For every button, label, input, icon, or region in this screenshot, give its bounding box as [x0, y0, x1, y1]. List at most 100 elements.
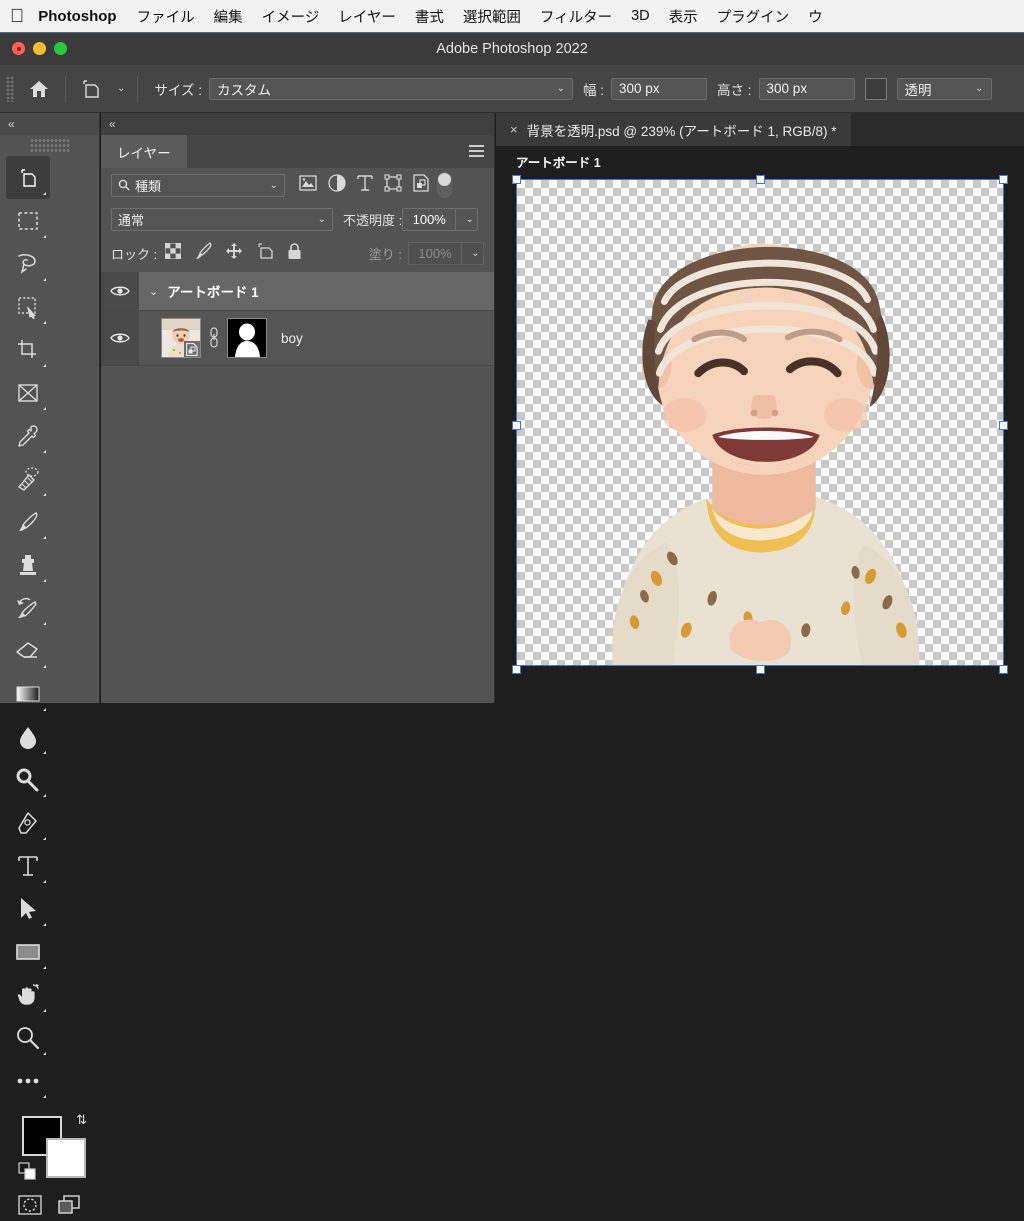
filter-type-icon[interactable]	[357, 174, 373, 197]
tool-path-selection[interactable]	[6, 887, 50, 930]
tool-history-brush[interactable]	[6, 586, 50, 629]
menu-filter[interactable]: フィルター	[540, 6, 612, 27]
menu-layer[interactable]: レイヤー	[338, 6, 396, 27]
home-button[interactable]	[19, 79, 59, 99]
group-expand-chevron-icon[interactable]: ⌄	[149, 285, 158, 298]
selection-handle-top-right[interactable]	[999, 175, 1008, 184]
background-select[interactable]: 透明 ⌄	[896, 77, 992, 100]
apple-logo-icon[interactable]: 	[10, 7, 24, 26]
tool-hand[interactable]	[6, 973, 50, 1016]
height-input[interactable]: 300 px	[758, 77, 855, 100]
tools-collapse-button[interactable]: «	[0, 113, 99, 135]
width-input[interactable]: 300 px	[611, 77, 708, 100]
fill-stepper[interactable]: ⌄	[462, 241, 484, 265]
blend-mode-select[interactable]: 通常 ⌄	[111, 207, 333, 231]
menu-plugins[interactable]: プラグイン	[717, 6, 790, 27]
filter-pixel-icon[interactable]	[299, 174, 317, 196]
options-bar-grip[interactable]	[6, 75, 14, 102]
menu-3d[interactable]: 3D	[631, 8, 650, 24]
quick-mask-icon[interactable]	[17, 1194, 43, 1221]
document-tab[interactable]: × 背景を透明.psd @ 239% (アートボード 1, RGB/8) *	[496, 113, 851, 146]
panel-menu-icon[interactable]	[469, 145, 484, 160]
menu-file[interactable]: ファイル	[137, 6, 195, 27]
lock-transparent-pixels-icon[interactable]	[164, 241, 182, 264]
menu-view[interactable]: 表示	[669, 6, 698, 27]
artboard-background-swatch[interactable]	[864, 77, 887, 100]
swap-colors-icon[interactable]: ⇅	[76, 1112, 87, 1128]
layer-group-artboard-1[interactable]: ⌄ アートボード 1	[101, 272, 494, 311]
lock-image-pixels-icon[interactable]	[194, 241, 212, 265]
minimize-window-button[interactable]	[33, 42, 46, 55]
tool-crop[interactable]	[6, 328, 50, 371]
selection-handle-top-left[interactable]	[512, 175, 521, 184]
canvas[interactable]	[516, 179, 1004, 666]
fill-input[interactable]: 100%	[408, 241, 462, 265]
tool-brush[interactable]	[6, 500, 50, 543]
selection-handle-top-center[interactable]	[755, 175, 765, 184]
selection-handle-bottom-center[interactable]	[755, 665, 765, 674]
layer-row-boy[interactable]: boy	[101, 311, 494, 366]
menu-window[interactable]: ウ	[808, 6, 823, 27]
tool-eyedropper[interactable]	[6, 414, 50, 457]
lock-all-icon[interactable]	[287, 242, 302, 265]
tools-panel-grip[interactable]	[29, 138, 70, 152]
size-select[interactable]: カスタム ⌄	[209, 77, 573, 100]
layer-mask-thumbnail[interactable]	[227, 318, 267, 358]
tool-type[interactable]	[6, 844, 50, 887]
close-icon[interactable]: ×	[510, 122, 518, 137]
artboard-label: アートボード 1	[516, 156, 601, 170]
opacity-input[interactable]: 100%	[402, 207, 457, 231]
tab-layers[interactable]: レイヤー	[101, 135, 187, 168]
lock-artboard-nesting-icon[interactable]	[256, 242, 274, 265]
tool-eraser[interactable]	[6, 629, 50, 672]
tool-pen[interactable]	[6, 801, 50, 844]
close-window-button[interactable]	[12, 42, 25, 55]
tool-quick-selection[interactable]	[6, 285, 50, 328]
menu-edit[interactable]: 編集	[214, 6, 243, 27]
filter-shape-icon[interactable]	[384, 173, 402, 197]
options-bar-separator-2	[137, 75, 139, 102]
background-chevron-icon: ⌄	[975, 83, 984, 94]
layer-name-boy: boy	[281, 330, 303, 346]
tool-healing-brush[interactable]	[6, 457, 50, 500]
layer-thumbnail-boy[interactable]	[161, 318, 201, 358]
tool-clone-stamp[interactable]	[6, 543, 50, 586]
selection-handle-middle-left[interactable]	[512, 421, 521, 430]
lock-position-icon[interactable]	[225, 242, 243, 265]
tool-lasso[interactable]	[6, 242, 50, 285]
tool-artboard[interactable]	[6, 156, 50, 199]
filter-smart-object-icon[interactable]	[413, 173, 429, 197]
fill-chevron-icon: ⌄	[471, 247, 480, 259]
tool-zoom[interactable]	[6, 1016, 50, 1059]
height-label: 高さ :	[717, 82, 752, 98]
menu-type[interactable]: 書式	[415, 6, 444, 27]
link-mask-icon[interactable]	[208, 326, 220, 351]
tool-frame[interactable]	[6, 371, 50, 414]
default-colors-icon[interactable]	[18, 1162, 36, 1185]
tool-rectangle[interactable]	[6, 930, 50, 973]
screen-mode-icon[interactable]	[56, 1194, 82, 1221]
menu-image[interactable]: イメージ	[262, 6, 320, 27]
layer-visibility-toggle-group[interactable]	[101, 272, 139, 310]
tool-rectangular-marquee[interactable]	[6, 199, 50, 242]
tool-dodge[interactable]	[6, 758, 50, 801]
selection-handle-bottom-right[interactable]	[999, 665, 1008, 674]
menu-select[interactable]: 選択範囲	[463, 6, 521, 27]
selection-handle-bottom-left[interactable]	[512, 665, 521, 674]
tool-edit-toolbar[interactable]	[6, 1059, 50, 1102]
zoom-window-button[interactable]	[54, 42, 67, 55]
selection-handle-middle-right[interactable]	[999, 421, 1008, 430]
opacity-stepper[interactable]: ⌄	[456, 207, 479, 231]
active-tool-preset[interactable]: ⌄	[72, 77, 131, 101]
panel-collapse-button[interactable]: «	[101, 113, 494, 135]
filter-enable-toggle[interactable]	[437, 172, 452, 198]
filter-type-select[interactable]: 種類 ⌄	[111, 173, 285, 197]
tool-gradient[interactable]	[6, 672, 50, 715]
menubar-app-name[interactable]: Photoshop	[38, 8, 116, 25]
tool-preset-chevron[interactable]: ⌄	[117, 83, 125, 94]
layer-visibility-toggle-boy[interactable]	[101, 311, 139, 365]
background-color-swatch[interactable]	[46, 1138, 86, 1178]
tool-blur[interactable]	[6, 715, 50, 758]
filter-adjustment-icon[interactable]	[328, 173, 346, 197]
options-bar-separator	[65, 75, 66, 102]
